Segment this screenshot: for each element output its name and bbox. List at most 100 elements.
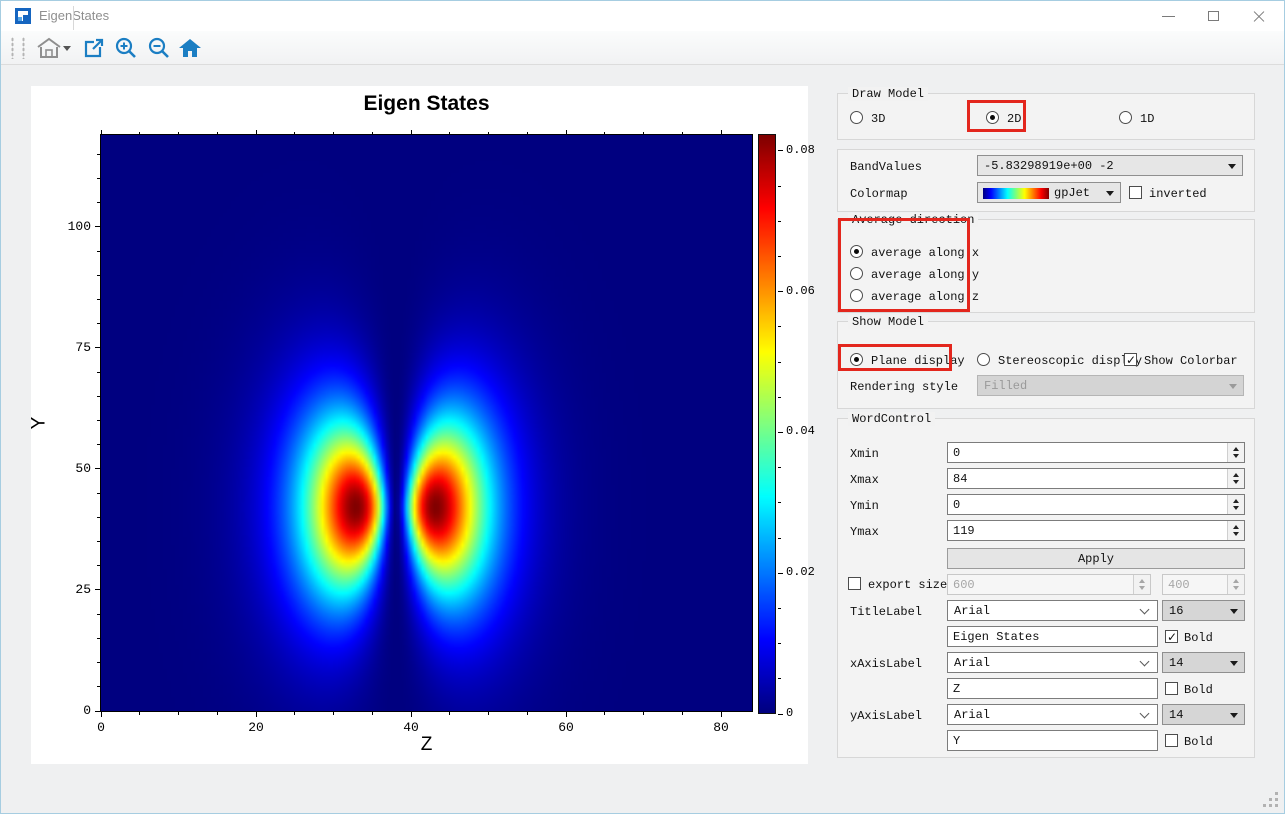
reset-view-button[interactable] [176,34,204,62]
spin-up-icon[interactable] [1233,473,1239,477]
x-minor-tick-top [371,132,373,134]
colorbar-minor-tick [778,467,781,469]
radio-average-y[interactable] [850,267,863,280]
radio-average-z-label[interactable]: average along z [871,290,979,304]
yaxis-font-combo[interactable]: Arial [947,704,1158,725]
yaxis-size-combo[interactable]: 14 [1162,704,1245,725]
y-tick-label: 50 [75,460,91,476]
radio-average-z[interactable] [850,289,863,302]
close-button[interactable] [1236,1,1281,31]
colorbar-minor-tick [778,326,781,328]
apply-button[interactable]: Apply [947,548,1245,569]
radio-average-y-label[interactable]: average along y [871,268,979,282]
yaxis-label: yAxisLabel [850,709,923,723]
ymax-label: Ymax [850,525,879,539]
chevron-down-icon[interactable] [63,46,71,51]
y-minor-tick [97,371,100,373]
radio-3d-label[interactable]: 3D [871,112,885,126]
x-minor-tick-top [139,132,141,134]
title-bold-checkbox[interactable] [1165,630,1178,644]
radio-stereoscopic-display-label[interactable]: Stereoscopic display [998,354,1142,368]
colormap-combo[interactable]: gpJet [977,182,1121,203]
toolbar-drag-handle[interactable] [11,37,14,59]
yaxis-bold-label[interactable]: Bold [1184,735,1213,749]
radio-3d[interactable] [850,111,863,124]
combo-arrow-icon [1229,384,1237,389]
xmin-label: Xmin [850,447,879,461]
export-icon [84,38,104,58]
export-size-checkbox[interactable] [848,577,861,590]
radio-average-x[interactable] [850,245,863,258]
xaxis-size-combo[interactable]: 14 [1162,652,1245,673]
resize-grip[interactable] [1260,789,1278,807]
y-minor-tick [97,202,100,204]
radio-average-x-label[interactable]: average along x [871,246,979,260]
x-tick-top [720,130,722,134]
x-minor-tick-top [449,132,451,134]
x-minor-tick-top [294,132,296,134]
spin-down-icon[interactable] [1233,454,1239,458]
inverted-checkbox[interactable] [1129,186,1142,199]
x-tick [100,712,102,717]
yaxis-text-field[interactable] [947,730,1158,751]
titlebar[interactable]: EigenStates [1,1,1284,31]
title-size-combo[interactable]: 16 [1162,600,1245,621]
title-font-combo[interactable]: Arial [947,600,1158,621]
y-tick [95,226,100,228]
zoom-out-button[interactable] [145,34,173,62]
chevron-down-icon [1139,708,1150,719]
export-size-label[interactable]: export size [868,578,947,592]
radio-1d-label[interactable]: 1D [1140,112,1154,126]
group-title: WordControl [848,412,936,426]
chevron-down-icon [1139,656,1150,667]
y-minor-tick [97,492,100,494]
show-colorbar-checkbox[interactable] [1124,353,1137,367]
toolbar-drag-handle-2[interactable] [22,37,25,59]
title-bold-label[interactable]: Bold [1184,631,1213,645]
home-menu-button[interactable] [33,34,65,62]
colorbar-minor-tick [778,255,781,257]
spin-down-icon [1233,586,1239,590]
ymax-spinbox[interactable]: 119 [947,520,1245,541]
radio-plane-display-label[interactable]: Plane display [871,354,965,368]
minimize-button[interactable] [1146,1,1191,31]
yaxis-bold-checkbox[interactable] [1165,734,1178,747]
heatmap-canvas[interactable] [101,135,752,711]
spin-down-icon[interactable] [1233,480,1239,484]
xaxis-text-field[interactable] [947,678,1158,699]
x-minor-tick-top [488,132,489,134]
spin-down-icon[interactable] [1233,532,1239,536]
radio-stereoscopic-display[interactable] [977,353,990,366]
zoom-in-icon [115,37,136,58]
colorbar-tick [778,713,783,715]
x-minor-tick [643,712,644,715]
spin-up-icon [1233,579,1239,583]
xaxis-font-combo[interactable]: Arial [947,652,1158,673]
spin-down-icon[interactable] [1233,506,1239,510]
xmax-spinbox[interactable]: 84 [947,468,1245,489]
ymin-spinbox[interactable]: 0 [947,494,1245,515]
inverted-label[interactable]: inverted [1149,187,1207,201]
title-text-field[interactable] [947,626,1158,647]
spin-up-icon[interactable] [1233,447,1239,451]
xmin-spinbox[interactable]: 0 [947,442,1245,463]
bandvalues-combo[interactable]: -5.83298919e+00 -2 [977,155,1243,176]
maximize-button[interactable] [1191,1,1236,31]
radio-1d[interactable] [1119,111,1132,124]
show-colorbar-label[interactable]: Show Colorbar [1144,354,1238,368]
app-logo-icon[interactable] [15,8,31,24]
radio-plane-display[interactable] [850,353,863,366]
spin-up-icon[interactable] [1233,525,1239,529]
x-minor-tick-top [333,132,334,134]
title-label: TitleLabel [850,605,923,619]
export-button[interactable] [80,34,108,62]
spin-up-icon[interactable] [1233,499,1239,503]
x-minor-tick [371,712,373,715]
radio-2d[interactable] [986,111,999,124]
zoom-in-button[interactable] [112,34,140,62]
radio-2d-label[interactable]: 2D [1007,112,1021,126]
xaxis-bold-checkbox[interactable] [1165,682,1178,695]
export-height-spinbox: 400 [1162,574,1245,595]
xaxis-bold-label[interactable]: Bold [1184,683,1213,697]
x-minor-tick [139,712,141,715]
